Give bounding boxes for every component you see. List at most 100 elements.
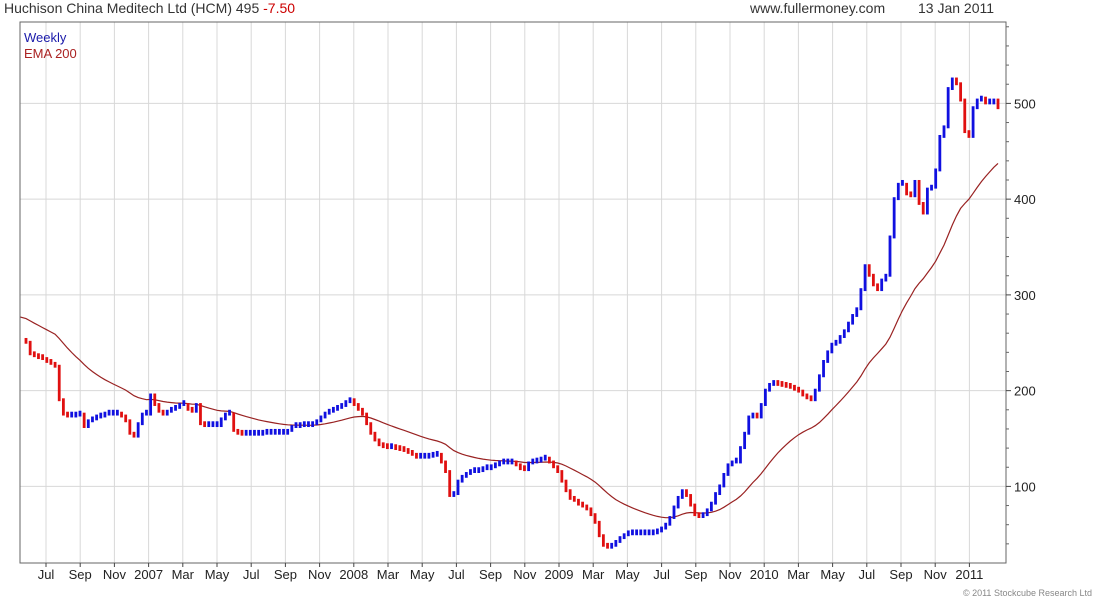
weekly-bar — [115, 409, 119, 416]
weekly-bar — [722, 472, 726, 488]
weekly-bar — [286, 428, 290, 435]
weekly-bar — [913, 179, 917, 198]
weekly-bar — [564, 479, 568, 493]
weekly-bar — [402, 446, 406, 452]
weekly-bar — [174, 405, 177, 411]
x-tick-label: May — [615, 567, 640, 582]
weekly-bar — [618, 536, 622, 543]
x-tick-label: Jul — [243, 567, 260, 582]
weekly-bar — [888, 235, 892, 277]
weekly-bar — [506, 458, 510, 465]
weekly-bar — [992, 98, 996, 105]
weekly-bar — [406, 448, 410, 454]
weekly-bar — [323, 411, 327, 419]
weekly-bar — [369, 422, 373, 435]
weekly-bar — [672, 505, 676, 519]
weekly-bar — [543, 454, 547, 461]
weekly-bar — [336, 405, 339, 411]
weekly-bar — [444, 460, 447, 473]
weekly-bar — [739, 446, 742, 464]
weekly-bar — [253, 429, 256, 436]
weekly-bar — [871, 273, 875, 287]
weekly-bar — [145, 409, 148, 416]
weekly-bar — [352, 398, 356, 406]
weekly-bar — [365, 412, 369, 426]
weekly-bar — [614, 540, 618, 547]
x-tick-label: 2008 — [339, 567, 368, 582]
weekly-bar — [120, 411, 123, 418]
weekly-bar — [655, 528, 659, 535]
weekly-bar — [61, 398, 65, 416]
weekly-bar — [689, 494, 693, 507]
x-tick-label: Jul — [38, 567, 55, 582]
weekly-bar — [606, 542, 609, 549]
x-tick-label: May — [205, 567, 230, 582]
weekly-bar — [813, 388, 817, 402]
weekly-bar — [211, 421, 215, 428]
weekly-bar — [344, 400, 348, 407]
weekly-bar — [182, 400, 186, 406]
ema-line — [19, 162, 999, 519]
weekly-bar — [223, 412, 227, 421]
x-tick-label: 2007 — [134, 567, 163, 582]
weekly-bar — [298, 422, 302, 428]
weekly-bar — [240, 429, 244, 436]
weekly-bar — [693, 503, 697, 517]
weekly-bar — [248, 429, 252, 436]
x-tick-label: Mar — [787, 567, 810, 582]
weekly-bar — [510, 458, 514, 465]
x-axis: Jul Sep Nov 2007 Mar May Jul Sep Nov 2008 Mar May Ju… — [38, 563, 983, 582]
y-tick-label: 200 — [1014, 384, 1036, 399]
weekly-bar — [207, 421, 211, 428]
grid-lines — [20, 22, 1006, 563]
x-tick-label: May — [410, 567, 435, 582]
weekly-bar — [917, 179, 921, 205]
weekly-bar — [78, 410, 82, 417]
weekly-bar — [709, 501, 713, 512]
weekly-bar — [431, 451, 435, 458]
weekly-bar — [498, 460, 501, 467]
weekly-bar — [481, 466, 485, 473]
weekly-bar — [705, 508, 709, 517]
x-tick-label: Jul — [448, 567, 465, 582]
weekly-bar — [726, 463, 730, 476]
weekly-bar — [593, 513, 597, 524]
weekly-bar — [53, 361, 57, 368]
weekly-bar — [988, 98, 992, 105]
weekly-bar — [539, 456, 543, 463]
x-tick-label: 2010 — [750, 567, 779, 582]
weekly-bar — [186, 403, 190, 411]
weekly-bar — [892, 197, 896, 239]
weekly-bar — [547, 456, 551, 464]
weekly-bar — [996, 98, 1000, 110]
weekly-bar — [759, 403, 763, 419]
weekly-bar — [103, 411, 107, 418]
x-tick-label: Mar — [377, 567, 400, 582]
weekly-bar — [730, 460, 734, 467]
weekly-bar — [331, 406, 335, 413]
weekly-bar — [925, 187, 929, 215]
x-tick-label: Nov — [718, 567, 742, 582]
weekly-bar — [74, 411, 78, 418]
weekly-bar — [203, 421, 207, 428]
weekly-bar — [161, 409, 165, 416]
weekly-bar — [464, 472, 468, 478]
weekly-bar — [82, 412, 86, 428]
weekly-bar — [784, 382, 788, 388]
weekly-bar — [685, 489, 688, 497]
x-tick-label: Sep — [479, 567, 502, 582]
weekly-bar — [776, 380, 780, 386]
weekly-bar — [236, 428, 240, 435]
weekly-bar — [714, 492, 717, 505]
weekly-bar — [269, 428, 273, 435]
weekly-bar — [639, 529, 643, 536]
weekly-bar — [32, 351, 36, 358]
weekly-bar — [938, 134, 942, 172]
weekly-bar — [477, 467, 481, 473]
weekly-bar — [95, 414, 99, 421]
weekly-bar — [456, 479, 460, 496]
weekly-bar — [124, 414, 128, 423]
x-tick-label: Mar — [582, 567, 605, 582]
x-tick-label: Nov — [513, 567, 537, 582]
x-tick-label: Sep — [274, 567, 297, 582]
